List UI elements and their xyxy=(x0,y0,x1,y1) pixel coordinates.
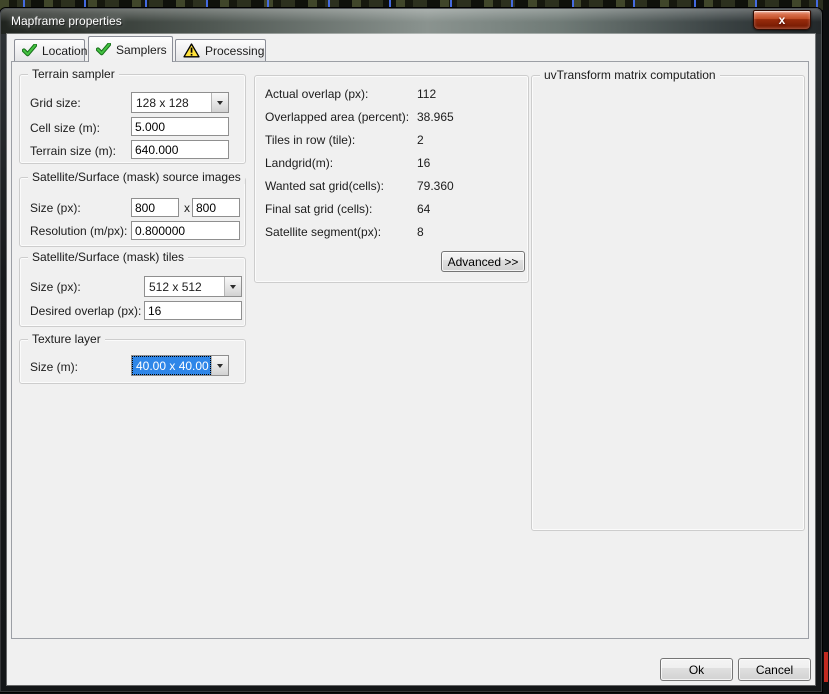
group-caption: Texture layer xyxy=(28,332,105,346)
stat-value: 38.965 xyxy=(417,110,454,124)
times-separator: x xyxy=(184,201,190,215)
resolution-label: Resolution (m/px): xyxy=(30,224,127,238)
grid-size-combo[interactable]: 128 x 128 xyxy=(131,92,229,113)
ok-button[interactable]: Ok xyxy=(660,658,733,681)
tab-label: Samplers xyxy=(116,43,167,57)
cell-size-label: Cell size (m): xyxy=(30,121,100,135)
tab-samplers[interactable]: Samplers xyxy=(88,36,173,62)
background-red-marker xyxy=(824,652,828,682)
uvtransform-group: uvTransform matrix computation xyxy=(531,75,805,531)
cancel-button[interactable]: Cancel xyxy=(738,658,811,681)
terrain-sampler-group: Terrain sampler Grid size: 128 x 128 Cel… xyxy=(19,74,246,164)
stat-value: 16 xyxy=(417,156,430,170)
group-caption: uvTransform matrix computation xyxy=(540,68,720,82)
texture-size-value: 40.00 x 40.00 xyxy=(132,356,211,375)
window-title: Mapframe properties xyxy=(11,14,122,28)
check-icon xyxy=(22,44,37,57)
advanced-button[interactable]: Advanced >> xyxy=(441,251,525,272)
chevron-down-icon xyxy=(230,285,236,292)
grid-size-label: Grid size: xyxy=(30,96,81,110)
tab-processing[interactable]: Processing xyxy=(175,39,266,61)
stat-row: Landgrid(m): 16 xyxy=(265,156,521,170)
texture-size-label: Size (m): xyxy=(30,360,78,374)
group-caption: Satellite/Surface (mask) source images xyxy=(28,170,245,184)
sampler-stats-panel: Actual overlap (px): 112 Overlapped area … xyxy=(254,75,529,283)
texture-layer-group: Texture layer Size (m): 40.00 x 40.00 xyxy=(19,339,246,384)
close-icon: x xyxy=(779,13,786,27)
stat-value: 8 xyxy=(417,225,424,239)
stat-row: Final sat grid (cells): 64 xyxy=(265,202,521,216)
stat-row: Overlapped area (percent): 38.965 xyxy=(265,110,521,124)
stat-label: Final sat grid (cells): xyxy=(265,202,372,216)
terrain-size-input[interactable] xyxy=(131,140,229,159)
tab-label: Processing xyxy=(205,44,264,58)
combo-dropdown-button[interactable] xyxy=(211,356,228,375)
terrain-size-label: Terrain size (m): xyxy=(30,144,116,158)
stat-label: Satellite segment(px): xyxy=(265,225,381,239)
tiles-size-value: 512 x 512 xyxy=(145,277,224,296)
mapframe-properties-dialog: Mapframe properties x Location Samplers xyxy=(0,8,822,692)
source-height-input[interactable] xyxy=(192,198,240,217)
cell-size-input[interactable] xyxy=(131,117,229,136)
dialog-client-area: Location Samplers Processing Terrain sam… xyxy=(7,34,815,685)
stat-label: Actual overlap (px): xyxy=(265,87,368,101)
group-caption: Terrain sampler xyxy=(28,67,119,81)
stat-row: Actual overlap (px): 112 xyxy=(265,87,521,101)
texture-size-combo[interactable]: 40.00 x 40.00 xyxy=(131,355,229,376)
stat-value: 2 xyxy=(417,133,424,147)
stat-row: Wanted sat grid(cells): 79.360 xyxy=(265,179,521,193)
combo-dropdown-button[interactable] xyxy=(224,277,241,296)
desktop-background-right xyxy=(821,10,829,694)
tab-label: Location xyxy=(42,44,87,58)
stat-label: Wanted sat grid(cells): xyxy=(265,179,384,193)
source-images-group: Satellite/Surface (mask) source images S… xyxy=(19,177,246,247)
chevron-down-icon xyxy=(217,364,223,371)
combo-dropdown-button[interactable] xyxy=(211,93,228,112)
close-button[interactable]: x xyxy=(753,10,811,30)
resolution-input[interactable] xyxy=(131,221,240,240)
stat-value: 64 xyxy=(417,202,430,216)
stat-value: 79.360 xyxy=(417,179,454,193)
tiles-size-label: Size (px): xyxy=(30,280,81,294)
stat-label: Landgrid(m): xyxy=(265,156,333,170)
samplers-tab-page: Terrain sampler Grid size: 128 x 128 Cel… xyxy=(11,61,809,639)
stat-label: Tiles in row (tile): xyxy=(265,133,355,147)
tiles-group: Satellite/Surface (mask) tiles Size (px)… xyxy=(19,257,246,327)
stat-row: Satellite segment(px): 8 xyxy=(265,225,521,239)
grid-size-value: 128 x 128 xyxy=(132,93,211,112)
title-bar[interactable]: Mapframe properties x xyxy=(1,9,821,34)
warning-icon xyxy=(183,43,200,58)
desired-overlap-input[interactable] xyxy=(144,301,242,320)
desired-overlap-label: Desired overlap (px): xyxy=(30,304,141,318)
stat-value: 112 xyxy=(417,87,436,101)
group-caption: Satellite/Surface (mask) tiles xyxy=(28,250,188,264)
source-width-input[interactable] xyxy=(131,198,179,217)
stat-row: Tiles in row (tile): 2 xyxy=(265,133,521,147)
check-icon xyxy=(96,43,111,56)
chevron-down-icon xyxy=(217,101,223,108)
source-size-label: Size (px): xyxy=(30,201,81,215)
stat-label: Overlapped area (percent): xyxy=(265,110,409,124)
tiles-size-combo[interactable]: 512 x 512 xyxy=(144,276,242,297)
tab-location[interactable]: Location xyxy=(14,39,85,61)
